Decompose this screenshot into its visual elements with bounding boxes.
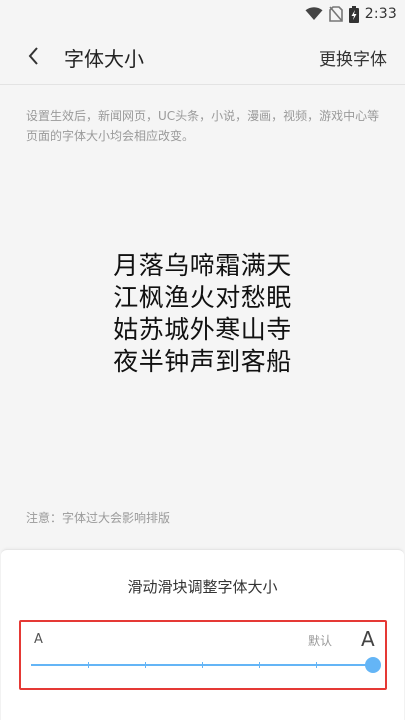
font-size-panel: 滑动滑块调整字体大小 A 默认 A [1, 549, 404, 720]
slider-tick [202, 662, 203, 668]
slider-tick [316, 662, 317, 668]
poem-line: 夜半钟声到客船 [113, 347, 292, 376]
header: 字体大小 更换字体 [0, 28, 405, 84]
slider-tick [145, 662, 146, 668]
wifi-icon [305, 7, 323, 20]
chevron-left-icon [28, 47, 38, 65]
status-bar: 2:33 [0, 0, 405, 28]
back-button[interactable] [16, 38, 52, 74]
header-divider [0, 84, 405, 85]
small-font-label: A [34, 632, 43, 647]
default-label: 默认 [308, 634, 333, 648]
change-font-button[interactable]: 更换字体 [319, 45, 387, 70]
slider-tick [88, 662, 89, 668]
font-size-settings-screen: 2:33 字体大小 更换字体 设置生效后，新闻网页，UC头条，小说，漫画，视频，… [0, 0, 405, 720]
poem-line: 江枫渔火对愁眠 [113, 283, 292, 312]
poem-line: 月落乌啼霜满天 [113, 251, 292, 280]
no-sim-icon [328, 6, 343, 22]
slider-tick [259, 662, 260, 668]
poem-line: 姑苏城外寒山寺 [113, 315, 292, 344]
page-title: 字体大小 [64, 47, 144, 71]
preview-poem: 月落乌啼霜满天 江枫渔火对愁眠 姑苏城外寒山寺 夜半钟声到客船 [0, 250, 405, 378]
status-time: 2:33 [364, 6, 397, 22]
slider-thumb[interactable] [365, 657, 381, 673]
description-text: 设置生效后，新闻网页，UC头条，小说，漫画，视频，游戏中心等页面的字体大小均会相… [26, 109, 380, 143]
notice-text: 注意：字体过大会影响排版 [26, 511, 171, 525]
panel-title: 滑动滑块调整字体大小 [127, 578, 278, 596]
battery-charging-icon [348, 5, 359, 23]
large-font-label: A [361, 627, 375, 651]
status-icons: 2:33 [305, 4, 397, 24]
font-size-slider-container: A 默认 A [19, 620, 387, 690]
